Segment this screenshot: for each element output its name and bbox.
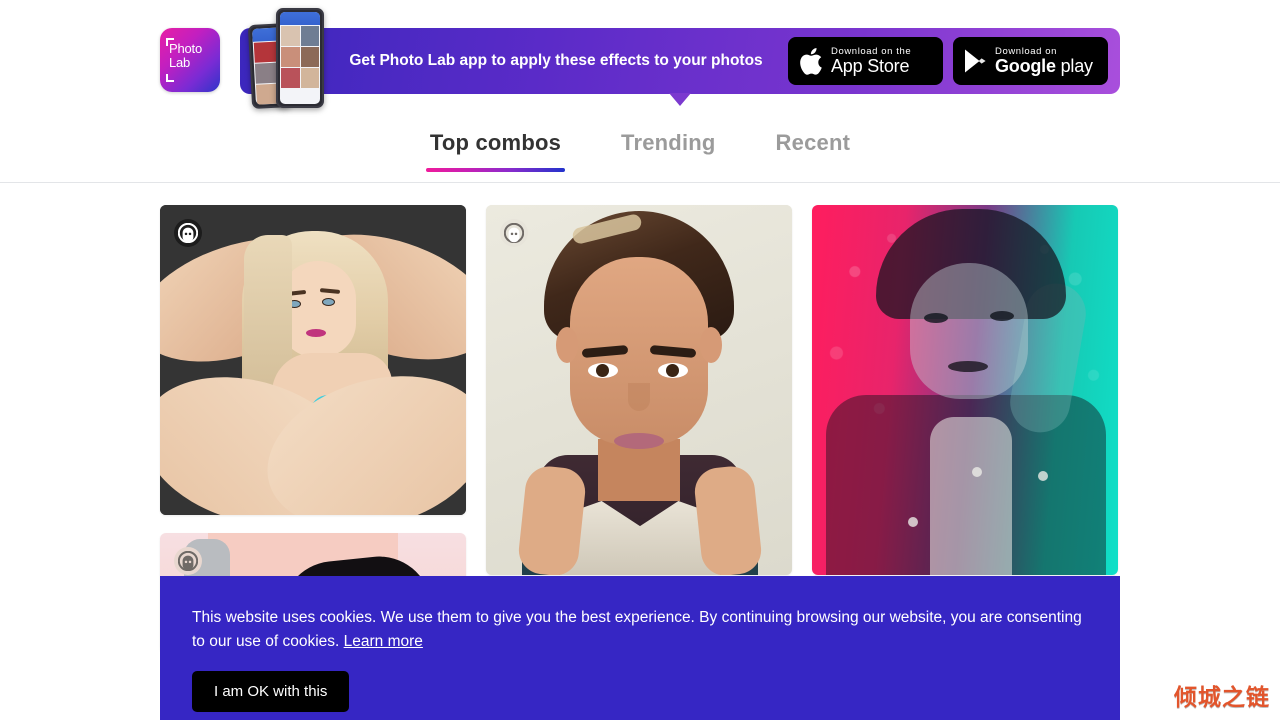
cookie-consent-text: This website uses cookies. We use them t…: [192, 609, 1082, 650]
logo-bracket-bottom-left-icon: [166, 74, 174, 82]
banner-pointer-triangle-icon: [669, 93, 691, 106]
tab-active-underline: [425, 168, 566, 172]
tab-top-combos[interactable]: Top combos: [425, 126, 566, 172]
face-badge-icon[interactable]: [500, 219, 528, 247]
google-play-big-label-strong: Google: [995, 55, 1056, 76]
promo-banner-body[interactable]: Get Photo Lab app to apply these effects…: [240, 8, 1120, 109]
tab-recent[interactable]: Recent: [772, 126, 855, 172]
promo-banner: Photo Lab Get Photo Lab app to apply the…: [160, 8, 1120, 109]
effect-card-1[interactable]: [160, 205, 466, 515]
tab-bar: Top combos Trending Recent: [0, 126, 1280, 182]
phone-mockup-front: [276, 8, 324, 108]
cookie-consent-text-wrap: This website uses cookies. We use them t…: [192, 606, 1088, 654]
google-play-button[interactable]: Download on Google play: [953, 37, 1108, 85]
face-badge-icon[interactable]: [826, 219, 854, 247]
app-store-big-label: App Store: [831, 55, 910, 76]
tab-trending[interactable]: Trending: [617, 126, 720, 172]
cookie-consent-banner: This website uses cookies. We use them t…: [160, 576, 1120, 720]
photo-lab-logo[interactable]: Photo Lab: [160, 28, 220, 92]
effect-card-3[interactable]: [812, 205, 1118, 575]
tab-bar-divider: [0, 182, 1280, 183]
apple-icon: [798, 47, 823, 76]
logo-line-1: Photo: [169, 41, 202, 56]
tab-top-combos-label: Top combos: [429, 130, 562, 155]
tab-trending-label: Trending: [621, 130, 716, 155]
accept-cookies-button[interactable]: I am OK with this: [192, 671, 350, 712]
face-badge-icon[interactable]: [174, 219, 202, 247]
phone-mockup-image: [247, 6, 328, 111]
tab-recent-label: Recent: [775, 130, 851, 155]
effect-card-2[interactable]: [486, 205, 792, 575]
logo-line-2: Lab: [169, 55, 191, 70]
learn-more-link[interactable]: Learn more: [344, 633, 423, 650]
face-badge-icon[interactable]: [174, 547, 202, 575]
page-root: Photo Lab Get Photo Lab app to apply the…: [0, 0, 1280, 720]
store-buttons: Download on the App Store Download on Go…: [788, 37, 1120, 85]
google-play-big-label-light: play: [1055, 55, 1093, 76]
google-play-icon: [963, 48, 987, 74]
watermark: 倾城之链: [1174, 685, 1270, 711]
app-store-button[interactable]: Download on the App Store: [788, 37, 943, 85]
